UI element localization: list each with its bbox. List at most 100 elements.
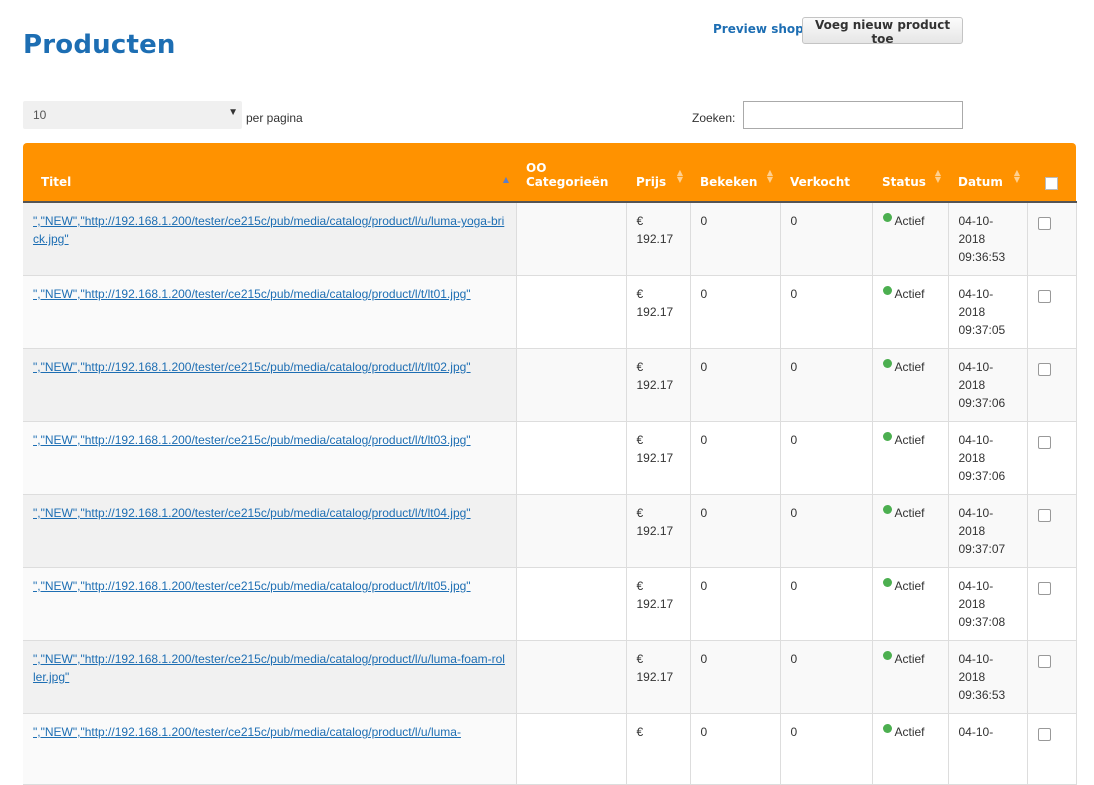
column-header-status-label: Status <box>882 175 926 189</box>
viewed-value: 0 <box>700 506 708 520</box>
cell-categories <box>515 275 626 349</box>
cell-select <box>1026 202 1077 276</box>
status-dot-icon <box>882 359 892 368</box>
viewed-value: 0 <box>700 433 708 447</box>
cell-date: 04-10-2018 09:37:08 <box>947 567 1027 641</box>
viewed-value: 0 <box>700 579 708 593</box>
table-row: ","NEW","http://192.168.1.200/tester/ce2… <box>23 640 1077 714</box>
product-title-link[interactable]: ","NEW","http://192.168.1.200/tester/ce2… <box>33 287 471 301</box>
status-value: Actief <box>894 214 925 228</box>
cell-date: 04-10-2018 09:37:05 <box>947 275 1027 349</box>
price-value: 192.17 <box>636 597 674 611</box>
cell-price: €192.17 <box>625 567 690 641</box>
product-title-link[interactable]: ","NEW","http://192.168.1.200/tester/ce2… <box>33 214 504 246</box>
row-checkbox[interactable] <box>1037 655 1051 668</box>
price-value: 192.17 <box>636 524 674 538</box>
cell-viewed: 0 <box>689 567 780 641</box>
price-currency: € <box>636 214 644 228</box>
cell-title: ","NEW","http://192.168.1.200/tester/ce2… <box>23 494 516 568</box>
page-title: Producten <box>23 30 176 60</box>
row-checkbox[interactable] <box>1037 363 1051 376</box>
column-header-title-label: Titel <box>41 175 72 189</box>
viewed-value: 0 <box>700 287 708 301</box>
row-checkbox[interactable] <box>1037 509 1051 522</box>
sort-arrows-icon[interactable]: ▲ ▼ <box>1013 169 1021 184</box>
cell-sold: 0 <box>779 421 872 495</box>
sold-value: 0 <box>790 652 798 666</box>
column-header-sold-label: Verkocht <box>790 175 850 189</box>
table-row: ","NEW","http://192.168.1.200/tester/ce2… <box>23 202 1077 276</box>
price-currency: € <box>636 287 644 301</box>
price-currency: € <box>636 725 644 739</box>
cell-select <box>1026 713 1077 785</box>
cell-sold: 0 <box>779 275 872 349</box>
table-row: ","NEW","http://192.168.1.200/tester/ce2… <box>23 421 1077 495</box>
time-value: 09:37:06 <box>958 396 1006 410</box>
cell-viewed: 0 <box>689 275 780 349</box>
cell-status: Actief <box>871 202 948 276</box>
product-title-link[interactable]: ","NEW","http://192.168.1.200/tester/ce2… <box>33 433 471 447</box>
column-header-price-label: Prijs <box>636 175 667 189</box>
date-value: 04-10-2018 <box>958 652 994 684</box>
sold-value: 0 <box>790 360 798 374</box>
status-dot-icon <box>882 432 892 441</box>
table-row: ","NEW","http://192.168.1.200/tester/ce2… <box>23 348 1077 422</box>
search-label: Zoeken: <box>692 111 736 125</box>
status-value: Actief <box>894 579 925 593</box>
row-checkbox[interactable] <box>1037 582 1051 595</box>
cell-select <box>1026 421 1077 495</box>
column-header-select-all[interactable] <box>1027 143 1076 203</box>
time-value: 09:36:53 <box>958 250 1006 264</box>
status-dot-icon <box>882 213 892 222</box>
time-value: 09:37:06 <box>958 469 1006 483</box>
column-header-date[interactable]: Datum ▲ ▼ <box>948 143 1027 203</box>
search-input[interactable] <box>743 101 963 129</box>
status-value: Actief <box>894 506 925 520</box>
column-header-date-label: Datum <box>958 175 1003 189</box>
chevron-down-icon: ▼ <box>228 107 238 118</box>
date-value: 04-10-2018 <box>958 579 994 611</box>
price-value: 192.17 <box>636 305 674 319</box>
per-page-select[interactable]: 10 ▼ <box>23 101 242 129</box>
time-value: 09:37:07 <box>958 542 1006 556</box>
row-checkbox[interactable] <box>1037 436 1051 449</box>
cell-title: ","NEW","http://192.168.1.200/tester/ce2… <box>23 713 516 785</box>
add-product-button[interactable]: Voeg nieuw product toe <box>802 17 963 46</box>
product-title-link[interactable]: ","NEW","http://192.168.1.200/tester/ce2… <box>33 725 461 739</box>
column-header-viewed[interactable]: Bekeken ▲ ▼ <box>690 143 780 203</box>
product-title-link[interactable]: ","NEW","http://192.168.1.200/tester/ce2… <box>33 506 471 520</box>
cell-title: ","NEW","http://192.168.1.200/tester/ce2… <box>23 202 516 276</box>
column-header-title[interactable]: Titel ▲ <box>23 143 516 203</box>
sort-arrows-icon[interactable]: ▲ ▼ <box>676 169 684 184</box>
column-header-categories-line1: OO <box>526 161 547 175</box>
preview-shop-link[interactable]: Preview shop <box>713 22 804 36</box>
product-title-link[interactable]: ","NEW","http://192.168.1.200/tester/ce2… <box>33 652 505 684</box>
viewed-value: 0 <box>700 652 708 666</box>
cell-viewed: 0 <box>689 421 780 495</box>
cell-title: ","NEW","http://192.168.1.200/tester/ce2… <box>23 348 516 422</box>
row-checkbox[interactable] <box>1037 217 1051 230</box>
price-currency: € <box>636 579 644 593</box>
per-page-value: 10 <box>33 108 47 122</box>
sort-arrows-icon[interactable]: ▲ ▼ <box>934 169 942 184</box>
column-header-sold: Verkocht <box>780 143 872 203</box>
price-value: 192.17 <box>636 670 674 684</box>
sort-arrows-icon[interactable]: ▲ <box>502 176 510 184</box>
cell-viewed: 0 <box>689 202 780 276</box>
select-all-checkbox[interactable] <box>1045 177 1058 190</box>
column-header-status[interactable]: Status ▲ ▼ <box>872 143 948 203</box>
product-title-link[interactable]: ","NEW","http://192.168.1.200/tester/ce2… <box>33 360 471 374</box>
row-checkbox[interactable] <box>1037 290 1051 303</box>
sold-value: 0 <box>790 506 798 520</box>
column-header-price[interactable]: Prijs ▲ ▼ <box>626 143 690 203</box>
cell-price: €192.17 <box>625 202 690 276</box>
cell-date: 04-10-2018 09:37:06 <box>947 421 1027 495</box>
cell-date: 04-10-2018 09:36:53 <box>947 640 1027 714</box>
sort-arrows-icon[interactable]: ▲ ▼ <box>766 169 774 184</box>
status-value: Actief <box>894 433 925 447</box>
cell-date: 04-10-2018 09:37:07 <box>947 494 1027 568</box>
row-checkbox[interactable] <box>1037 728 1051 741</box>
cell-title: ","NEW","http://192.168.1.200/tester/ce2… <box>23 421 516 495</box>
product-title-link[interactable]: ","NEW","http://192.168.1.200/tester/ce2… <box>33 579 471 593</box>
table-row: ","NEW","http://192.168.1.200/tester/ce2… <box>23 494 1077 568</box>
